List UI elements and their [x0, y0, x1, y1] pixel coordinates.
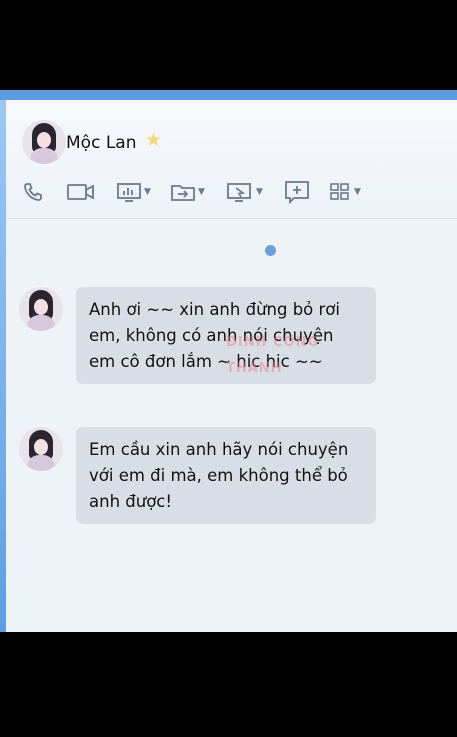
file-transfer-icon[interactable]: ▼: [170, 178, 205, 206]
chat-window: Mộc Lan ★ ▼ ▼ ▼ ▼ Anh ơi ~~ xin anh đừng…: [0, 90, 457, 632]
message-text: Anh ơi ~~ xin anh đừng bỏ rơi em, không …: [89, 300, 340, 371]
chevron-down-icon[interactable]: ▼: [256, 187, 263, 197]
chevron-down-icon[interactable]: ▼: [198, 187, 205, 197]
remote-desktop-icon[interactable]: ▼: [226, 178, 263, 206]
video-call-icon[interactable]: [66, 178, 96, 206]
message-text: Em cầu xin anh hãy nói chuyện với em đi …: [89, 440, 349, 511]
window-title-bar[interactable]: [0, 90, 457, 100]
apps-grid-icon[interactable]: ▼: [328, 178, 361, 206]
sender-avatar[interactable]: [19, 287, 63, 331]
sender-avatar[interactable]: [19, 427, 63, 471]
message-bubble[interactable]: Em cầu xin anh hãy nói chuyện với em đi …: [76, 427, 376, 524]
chat-toolbar: ▼ ▼ ▼ ▼: [20, 178, 440, 206]
message-bubble[interactable]: Anh ơi ~~ xin anh đừng bỏ rơi em, không …: [76, 287, 376, 384]
chat-header: Mộc Lan ★ ▼ ▼ ▼ ▼: [6, 100, 457, 219]
message-list[interactable]: Anh ơi ~~ xin anh đừng bỏ rơi em, không …: [6, 219, 457, 632]
add-icon[interactable]: [284, 178, 310, 206]
contact-name[interactable]: Mộc Lan: [66, 133, 136, 153]
contact-avatar[interactable]: [22, 120, 66, 164]
chevron-down-icon[interactable]: ▼: [144, 187, 151, 197]
clock-icon: [265, 245, 276, 256]
phone-icon[interactable]: [22, 178, 44, 206]
screen-share-icon[interactable]: ▼: [116, 178, 151, 206]
chevron-down-icon[interactable]: ▼: [354, 187, 361, 197]
star-icon: ★: [145, 129, 163, 151]
